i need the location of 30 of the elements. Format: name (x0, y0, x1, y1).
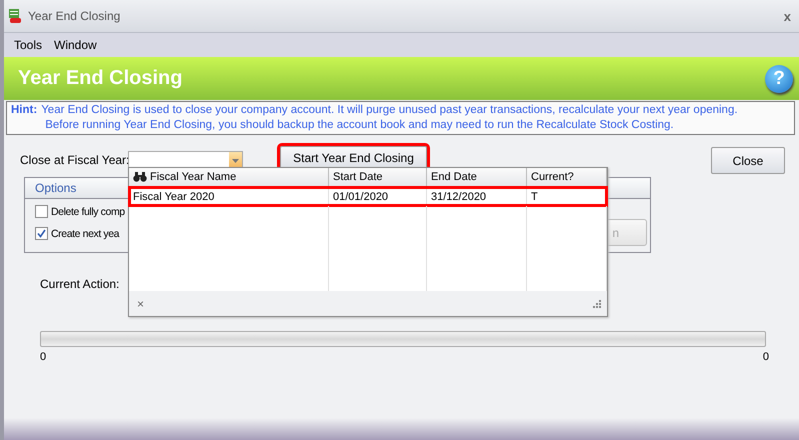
field-label: Close at Fiscal Year: (20, 153, 128, 167)
progress-min: 0 (40, 351, 46, 363)
menu-item[interactable]: Window (54, 38, 97, 52)
checkbox[interactable] (35, 227, 48, 240)
table-cell: 31/12/2020 (427, 187, 527, 206)
menu-item[interactable]: Tools (14, 38, 42, 52)
resize-grip-icon[interactable] (592, 299, 601, 308)
column-header[interactable]: Current? (527, 168, 607, 187)
current-action-label: Current Action: (40, 277, 120, 291)
fiscal-year-row[interactable]: Fiscal Year 2020 01/01/2020 31/12/2020 T (129, 187, 607, 206)
table-cell: 01/01/2020 (329, 187, 427, 206)
column-header[interactable]: Start Date (329, 168, 427, 187)
table-cell: T (527, 187, 607, 206)
hint-text: Before running Year End Closing, you should backup the account book and may need to run the Recalculate Stock Costing. (44, 118, 675, 133)
page-title: Year End Closing (18, 67, 182, 90)
checkbox[interactable] (35, 205, 48, 218)
column-header[interactable]: Fiscal Year Name (129, 168, 329, 187)
binoculars-icon (133, 172, 147, 182)
app-icon (8, 9, 22, 23)
close-button[interactable]: Close (711, 147, 785, 174)
table-cell: Fiscal Year 2020 (129, 187, 329, 206)
checkbox-label: Create next yea (51, 228, 120, 240)
column-header[interactable]: End Date (427, 168, 527, 187)
progress-max: 0 (762, 351, 769, 363)
window-title: Year End Closing (28, 9, 122, 23)
hint-label: Hint: (11, 103, 38, 118)
checkbox-label: Delete fully comp (51, 206, 125, 218)
clear-icon[interactable]: × (137, 296, 144, 310)
hint-text: Year End Closing is used to close your company account. It will purge unused past year transactions, recalculate your next year opening. (41, 103, 738, 118)
close-icon[interactable]: x (784, 8, 791, 24)
